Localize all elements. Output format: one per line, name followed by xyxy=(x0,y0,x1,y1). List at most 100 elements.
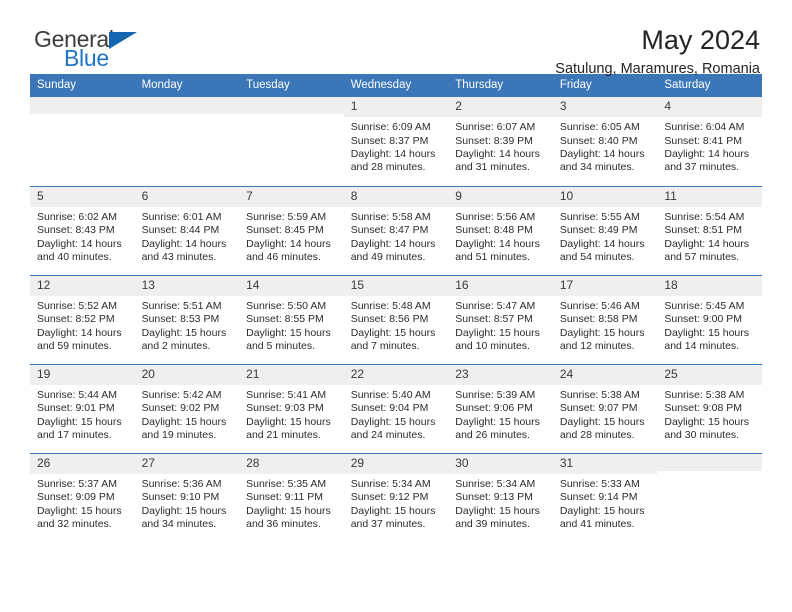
sunset-text: Sunset: 8:52 PM xyxy=(37,313,115,326)
calendar-day-cell[interactable]: 31 Sunrise: 5:33 AM Sunset: 9:14 PM Dayligh… xyxy=(552,452,658,542)
day-number: 11 xyxy=(657,186,762,207)
daylight-text-line1: Daylight: 15 hours xyxy=(141,415,227,428)
daylight-text-line2: and 28 minutes. xyxy=(559,428,635,441)
daylight-text-line1: Daylight: 15 hours xyxy=(664,415,750,428)
day-number xyxy=(30,97,135,114)
sunrise-text: Sunrise: 6:01 AM xyxy=(141,210,222,223)
day-details: Sunrise: 6:07 AM Sunset: 8:39 PM Daylight:… xyxy=(448,117,553,175)
calendar-day-cell[interactable]: 27 Sunrise: 5:36 AM Sunset: 9:10 PM Dayligh… xyxy=(134,452,240,542)
day-details: Sunrise: 6:04 AM Sunset: 8:41 PM Daylight:… xyxy=(657,117,762,175)
day-number: 12 xyxy=(30,275,135,296)
calendar-day-cell[interactable]: 11 Sunrise: 5:54 AM Sunset: 8:51 PM Dayligh… xyxy=(657,185,762,275)
calendar-day-cell[interactable]: 15 Sunrise: 5:48 AM Sunset: 8:56 PM Dayligh… xyxy=(343,274,449,364)
daylight-text-line2: and 24 minutes. xyxy=(350,428,426,441)
calendar-day-cell[interactable]: 19 Sunrise: 5:44 AM Sunset: 9:01 PM Dayligh… xyxy=(30,363,135,453)
sunrise-text: Sunrise: 5:48 AM xyxy=(350,299,431,312)
day-details: Sunrise: 5:50 AM Sunset: 8:55 PM Daylight:… xyxy=(239,296,344,354)
calendar-body: 1 Sunrise: 6:09 AM Sunset: 8:37 PM Daylight… xyxy=(30,97,762,542)
sunset-text: Sunset: 8:51 PM xyxy=(664,224,743,237)
daylight-text-line2: and 39 minutes. xyxy=(455,517,530,530)
logo-text-blue: Blue xyxy=(64,45,109,71)
day-number: 3 xyxy=(552,97,658,118)
daylight-text-line2: and 37 minutes. xyxy=(664,161,740,174)
daylight-text-line2: and 41 minutes. xyxy=(559,517,635,530)
sunrise-text: Sunrise: 5:55 AM xyxy=(559,210,640,223)
calendar-day-cell[interactable]: 9 Sunrise: 5:56 AM Sunset: 8:48 PM Daylight… xyxy=(448,185,553,275)
calendar-day-cell[interactable]: 29 Sunrise: 5:34 AM Sunset: 9:12 PM Dayligh… xyxy=(343,452,449,542)
sunset-text: Sunset: 8:49 PM xyxy=(559,224,638,237)
calendar-page: General Blue May 2024 Satulung, Maramure… xyxy=(0,0,792,612)
daylight-text-line1: Daylight: 15 hours xyxy=(455,504,540,517)
sunset-text: Sunset: 9:06 PM xyxy=(455,402,533,415)
calendar-day-cell[interactable]: 13 Sunrise: 5:51 AM Sunset: 8:53 PM Dayligh… xyxy=(134,274,240,364)
sunset-text: Sunset: 8:41 PM xyxy=(664,134,743,147)
day-details: Sunrise: 6:02 AM Sunset: 8:43 PM Daylight:… xyxy=(30,207,135,265)
daylight-text-line2: and 7 minutes. xyxy=(350,339,420,352)
calendar-day-cell[interactable]: 7 Sunrise: 5:59 AM Sunset: 8:45 PM Daylight… xyxy=(239,185,344,275)
day-number: 21 xyxy=(239,364,344,385)
sunrise-text: Sunrise: 5:58 AM xyxy=(350,210,431,223)
page-header: General Blue May 2024 Satulung, Maramure… xyxy=(30,0,762,77)
calendar-day-cell[interactable]: 28 Sunrise: 5:35 AM Sunset: 9:11 PM Dayligh… xyxy=(239,452,344,542)
calendar-day-cell[interactable]: 24 Sunrise: 5:38 AM Sunset: 9:07 PM Dayligh… xyxy=(552,363,658,453)
calendar-day-cell[interactable]: 4 Sunrise: 6:04 AM Sunset: 8:41 PM Daylight… xyxy=(657,97,762,186)
calendar-day-cell[interactable]: 20 Sunrise: 5:42 AM Sunset: 9:02 PM Dayligh… xyxy=(134,363,240,453)
calendar-cell-empty xyxy=(134,97,240,186)
sunset-text: Sunset: 9:07 PM xyxy=(559,402,638,415)
calendar-day-cell[interactable]: 10 Sunrise: 5:55 AM Sunset: 8:49 PM Dayligh… xyxy=(552,185,658,275)
sunrise-text: Sunrise: 5:47 AM xyxy=(455,299,536,312)
day-details: Sunrise: 5:47 AM Sunset: 8:57 PM Daylight:… xyxy=(448,296,553,354)
sunset-text: Sunset: 9:00 PM xyxy=(664,313,743,326)
daylight-text-line2: and 10 minutes. xyxy=(455,339,530,352)
calendar-day-cell[interactable]: 16 Sunrise: 5:47 AM Sunset: 8:57 PM Dayligh… xyxy=(448,274,553,364)
day-number: 19 xyxy=(30,364,135,385)
calendar-day-cell[interactable]: 2 Sunrise: 6:07 AM Sunset: 8:39 PM Daylight… xyxy=(448,97,553,186)
calendar-week-row: 26 Sunrise: 5:37 AM Sunset: 9:09 PM Dayligh… xyxy=(30,452,762,542)
calendar-week-row: 12 Sunrise: 5:52 AM Sunset: 8:52 PM Dayligh… xyxy=(30,274,762,364)
sunset-text: Sunset: 8:48 PM xyxy=(455,224,533,237)
calendar-table: Sunday Monday Tuesday Wednesday Thursday… xyxy=(30,74,762,542)
day-details: Sunrise: 5:37 AM Sunset: 9:09 PM Daylight:… xyxy=(30,474,135,532)
day-details: Sunrise: 5:58 AM Sunset: 8:47 PM Daylight:… xyxy=(344,207,449,265)
day-number: 6 xyxy=(134,186,240,207)
calendar-day-cell[interactable]: 23 Sunrise: 5:39 AM Sunset: 9:06 PM Dayligh… xyxy=(448,363,553,453)
sunrise-text: Sunrise: 6:02 AM xyxy=(37,210,117,223)
calendar-day-cell[interactable]: 26 Sunrise: 5:37 AM Sunset: 9:09 PM Dayligh… xyxy=(30,452,135,542)
sunset-text: Sunset: 9:02 PM xyxy=(141,402,220,415)
day-number xyxy=(134,97,240,114)
daylight-text-line1: Daylight: 15 hours xyxy=(350,415,436,428)
day-details: Sunrise: 5:51 AM Sunset: 8:53 PM Daylight:… xyxy=(135,296,240,354)
daylight-text-line2: and 46 minutes. xyxy=(246,250,321,263)
calendar-week-row: 5 Sunrise: 6:02 AM Sunset: 8:43 PM Daylight… xyxy=(30,185,762,275)
day-details: Sunrise: 5:41 AM Sunset: 9:03 PM Daylight:… xyxy=(239,385,344,443)
calendar-day-cell[interactable]: 1 Sunrise: 6:09 AM Sunset: 8:37 PM Daylight… xyxy=(343,97,449,186)
sunrise-text: Sunrise: 5:59 AM xyxy=(246,210,327,223)
daylight-text-line1: Daylight: 15 hours xyxy=(455,415,540,428)
triangle-icon xyxy=(109,32,137,49)
day-details: Sunrise: 5:52 AM Sunset: 8:52 PM Daylight:… xyxy=(30,296,135,354)
calendar-day-cell[interactable]: 18 Sunrise: 5:45 AM Sunset: 9:00 PM Dayligh… xyxy=(657,274,762,364)
calendar-day-cell[interactable]: 6 Sunrise: 6:01 AM Sunset: 8:44 PM Daylight… xyxy=(134,185,240,275)
daylight-text-line1: Daylight: 15 hours xyxy=(141,504,227,517)
general-blue-logo[interactable]: General Blue xyxy=(34,26,154,74)
daylight-text-line2: and 14 minutes. xyxy=(664,339,740,352)
day-number: 15 xyxy=(343,275,449,296)
sunrise-text: Sunrise: 5:56 AM xyxy=(455,210,536,223)
calendar-day-cell[interactable]: 22 Sunrise: 5:40 AM Sunset: 9:04 PM Dayligh… xyxy=(343,363,449,453)
day-number: 26 xyxy=(30,453,135,474)
calendar-day-cell[interactable]: 14 Sunrise: 5:50 AM Sunset: 8:55 PM Dayligh… xyxy=(239,274,344,364)
sunrise-text: Sunrise: 5:33 AM xyxy=(559,477,640,490)
calendar-day-cell[interactable]: 21 Sunrise: 5:41 AM Sunset: 9:03 PM Dayligh… xyxy=(239,363,344,453)
calendar-day-cell[interactable]: 12 Sunrise: 5:52 AM Sunset: 8:52 PM Dayligh… xyxy=(30,274,135,364)
calendar-day-cell[interactable]: 17 Sunrise: 5:46 AM Sunset: 8:58 PM Dayligh… xyxy=(552,274,658,364)
calendar-day-cell[interactable]: 25 Sunrise: 5:38 AM Sunset: 9:08 PM Dayligh… xyxy=(657,363,762,453)
daylight-text-line1: Daylight: 15 hours xyxy=(664,326,750,339)
sunset-text: Sunset: 9:10 PM xyxy=(141,491,220,504)
daylight-text-line1: Daylight: 14 hours xyxy=(141,237,227,250)
calendar-day-cell[interactable]: 3 Sunrise: 6:05 AM Sunset: 8:40 PM Daylight… xyxy=(552,97,658,186)
daylight-text-line1: Daylight: 15 hours xyxy=(559,326,645,339)
daylight-text-line1: Daylight: 14 hours xyxy=(246,237,331,250)
calendar-day-cell[interactable]: 5 Sunrise: 6:02 AM Sunset: 8:43 PM Daylight… xyxy=(30,185,135,275)
calendar-day-cell[interactable]: 8 Sunrise: 5:58 AM Sunset: 8:47 PM Daylight… xyxy=(343,185,449,275)
calendar-day-cell[interactable]: 30 Sunrise: 5:34 AM Sunset: 9:13 PM Dayligh… xyxy=(448,452,553,542)
